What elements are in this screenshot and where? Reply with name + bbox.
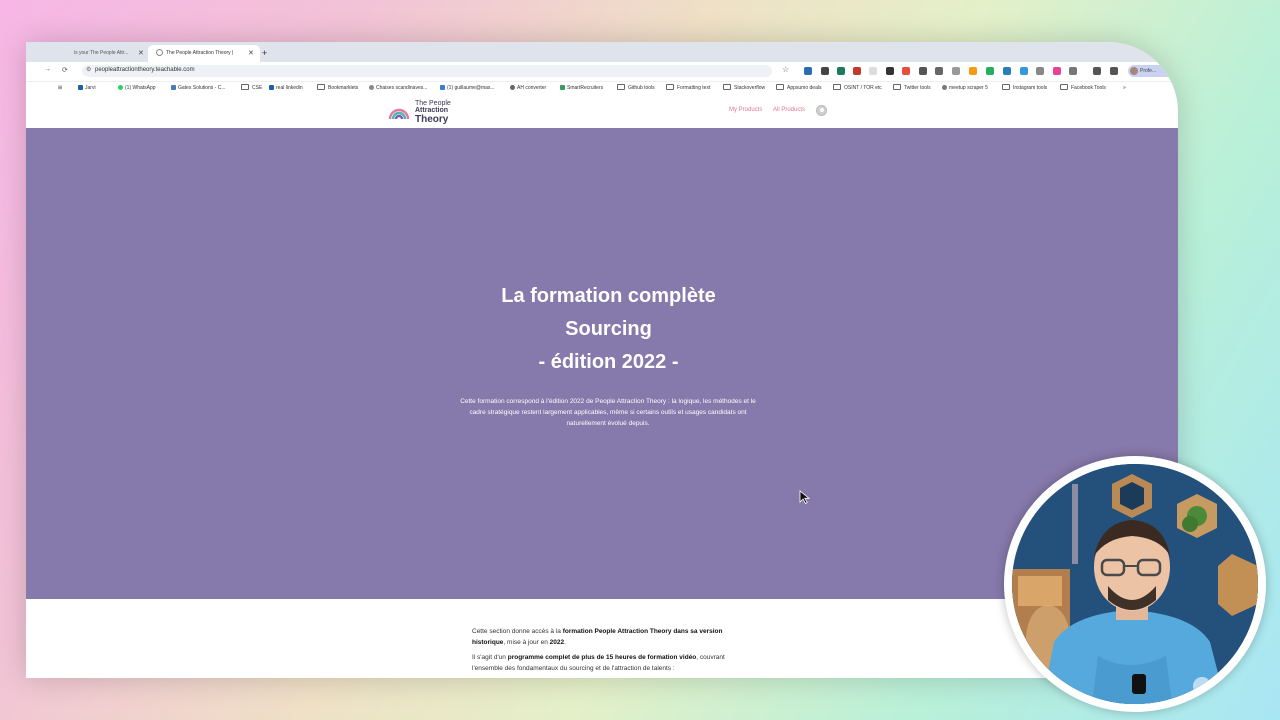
linkedin-icon — [78, 85, 83, 90]
extension-icon[interactable] — [935, 67, 943, 75]
bookmark-item[interactable]: (1) guillaume@mas... — [440, 84, 495, 93]
linkedin-icon — [269, 85, 274, 90]
mouse-cursor-icon — [799, 490, 811, 504]
hero-title-line3: - édition 2022 - — [538, 351, 679, 373]
folder-icon — [776, 84, 784, 90]
bookmark-folder[interactable]: Instagram tools — [1002, 84, 1047, 93]
bookmark-item[interactable]: meetup scraper 5 — [942, 84, 988, 93]
course-description: Cette section donne accès à la formation… — [472, 626, 752, 678]
extension-icon[interactable] — [821, 67, 829, 75]
bookmark-item[interactable]: Chaises scandinaves... — [369, 84, 427, 93]
extension-icon[interactable] — [886, 67, 894, 75]
tab-current[interactable]: The People Attraction Theory | — [148, 45, 260, 62]
site-icon — [440, 85, 445, 90]
presenter-video — [1012, 464, 1258, 704]
bookmark-item[interactable]: real linkedin — [269, 84, 303, 93]
bookmark-folder[interactable]: Stackoverflow — [723, 84, 765, 93]
bookmark-item[interactable]: AH converter — [510, 84, 546, 93]
extension-icon[interactable] — [902, 67, 910, 75]
new-tab-button[interactable]: + — [262, 45, 267, 62]
user-avatar[interactable] — [816, 105, 827, 116]
reload-icon[interactable]: ⟳ — [62, 66, 68, 74]
bookmark-folder[interactable]: Github tools — [617, 84, 655, 93]
more-bookmarks-icon[interactable]: » — [1123, 84, 1126, 93]
bookmark-folder[interactable]: Twitter tools — [893, 84, 931, 93]
bookmark-star-icon[interactable]: ☆ — [782, 65, 789, 74]
hero-banner: La formation complète Sourcing - édition… — [26, 128, 1178, 599]
folder-icon — [317, 84, 325, 90]
extension-icon[interactable] — [1053, 67, 1061, 75]
bookmark-folder[interactable]: CSE — [241, 84, 262, 93]
bookmark-item[interactable]: SmartRecruiters — [560, 84, 603, 93]
extension-icon[interactable] — [853, 67, 861, 75]
extension-icon[interactable] — [837, 67, 845, 75]
logo-text-line2: Attraction — [415, 107, 449, 114]
site-header: The People Attraction Theory My Products… — [26, 95, 1178, 128]
profile-label: Profe... — [1140, 68, 1157, 74]
bookmark-folder[interactable]: Formatting text — [666, 84, 710, 93]
puzzle-icon[interactable] — [1069, 67, 1077, 75]
bookmarks-bar: ⊞ Jarvi (1) WhatsApp Gates Solutions - C… — [26, 82, 1178, 95]
intro-paragraph: Cette section donne accès à la formation… — [472, 628, 723, 646]
logo-text-line1: The People — [415, 100, 451, 107]
bookmark-folder[interactable]: Bookmarklets — [317, 84, 358, 93]
site-icon — [369, 85, 374, 90]
extension-icon[interactable] — [1036, 67, 1044, 75]
extension-icon[interactable] — [919, 67, 927, 75]
extension-icon[interactable] — [969, 67, 977, 75]
folder-icon — [893, 84, 901, 90]
extension-icon[interactable] — [869, 67, 877, 75]
folder-icon — [1002, 84, 1010, 90]
hero-description: Cette formation correspond à l'édition 2… — [460, 398, 756, 427]
extension-icon[interactable] — [1020, 67, 1028, 75]
extension-icon[interactable] — [804, 67, 812, 75]
site-icon — [560, 85, 565, 90]
media-icon[interactable] — [1110, 67, 1118, 75]
site-icon — [171, 85, 176, 90]
folder-icon — [1060, 84, 1068, 90]
extension-icon[interactable] — [952, 67, 960, 75]
bookmark-item[interactable]: (1) WhatsApp — [118, 84, 156, 93]
folder-icon — [241, 84, 249, 90]
forward-icon[interactable]: → — [44, 66, 51, 73]
site-logo[interactable]: The People Attraction Theory — [386, 99, 458, 125]
address-bar: → ⟳ ⚙ peopleattractiontheory.teachable.c… — [26, 62, 1178, 82]
bookmark-folder[interactable]: OSINT / TOR etc — [833, 84, 882, 93]
extension-icon[interactable] — [986, 67, 994, 75]
tab-label: is your The People Attr... — [74, 50, 129, 56]
page-icon — [156, 49, 163, 57]
my-products-link[interactable]: My Products — [729, 107, 762, 113]
site-info-icon[interactable]: ⚙ — [86, 66, 91, 73]
tab-label: The People Attraction Theory | — [166, 50, 234, 56]
site-icon — [510, 85, 515, 90]
url-field[interactable]: ⚙ peopleattractiontheory.teachable.com — [82, 65, 772, 77]
profile-avatar — [1130, 67, 1138, 75]
whatsapp-icon — [118, 85, 123, 90]
webcam-overlay — [1004, 456, 1266, 712]
folder-icon — [617, 84, 625, 90]
bookmark-item[interactable]: Jarvi — [78, 84, 96, 93]
close-tab-icon[interactable]: ✕ — [248, 45, 254, 62]
folder-icon — [666, 84, 674, 90]
bookmark-folder[interactable]: Appsumo deals — [776, 84, 821, 93]
program-paragraph: Il s'agit d'un programme complet de plus… — [472, 654, 725, 672]
folder-icon — [833, 84, 841, 90]
logo-text-line3: Theory — [415, 114, 449, 125]
extension-icon[interactable] — [1003, 67, 1011, 75]
folder-icon — [723, 84, 731, 90]
logo-mark-icon — [388, 108, 410, 120]
all-products-link[interactable]: All Products — [773, 107, 805, 113]
close-tab-icon[interactable]: ✕ — [138, 45, 144, 62]
presenter-illustration — [1012, 464, 1258, 704]
bookmark-folder[interactable]: Facebook Tools — [1060, 84, 1106, 93]
tab-bar: is your The People Attr... ✕ The People … — [26, 42, 1178, 62]
hero-title-line1: La formation complète — [501, 285, 716, 307]
url-text: peopleattractiontheory.teachable.com — [95, 67, 195, 73]
hero-title-line2: Sourcing — [565, 318, 652, 340]
apps-grid-icon[interactable]: ⊞ — [58, 84, 62, 93]
site-icon — [942, 85, 947, 90]
profile-button[interactable]: Profe... — [1128, 65, 1174, 77]
download-icon[interactable] — [1093, 67, 1101, 75]
bookmark-item[interactable]: Gates Solutions - C... — [171, 84, 226, 93]
